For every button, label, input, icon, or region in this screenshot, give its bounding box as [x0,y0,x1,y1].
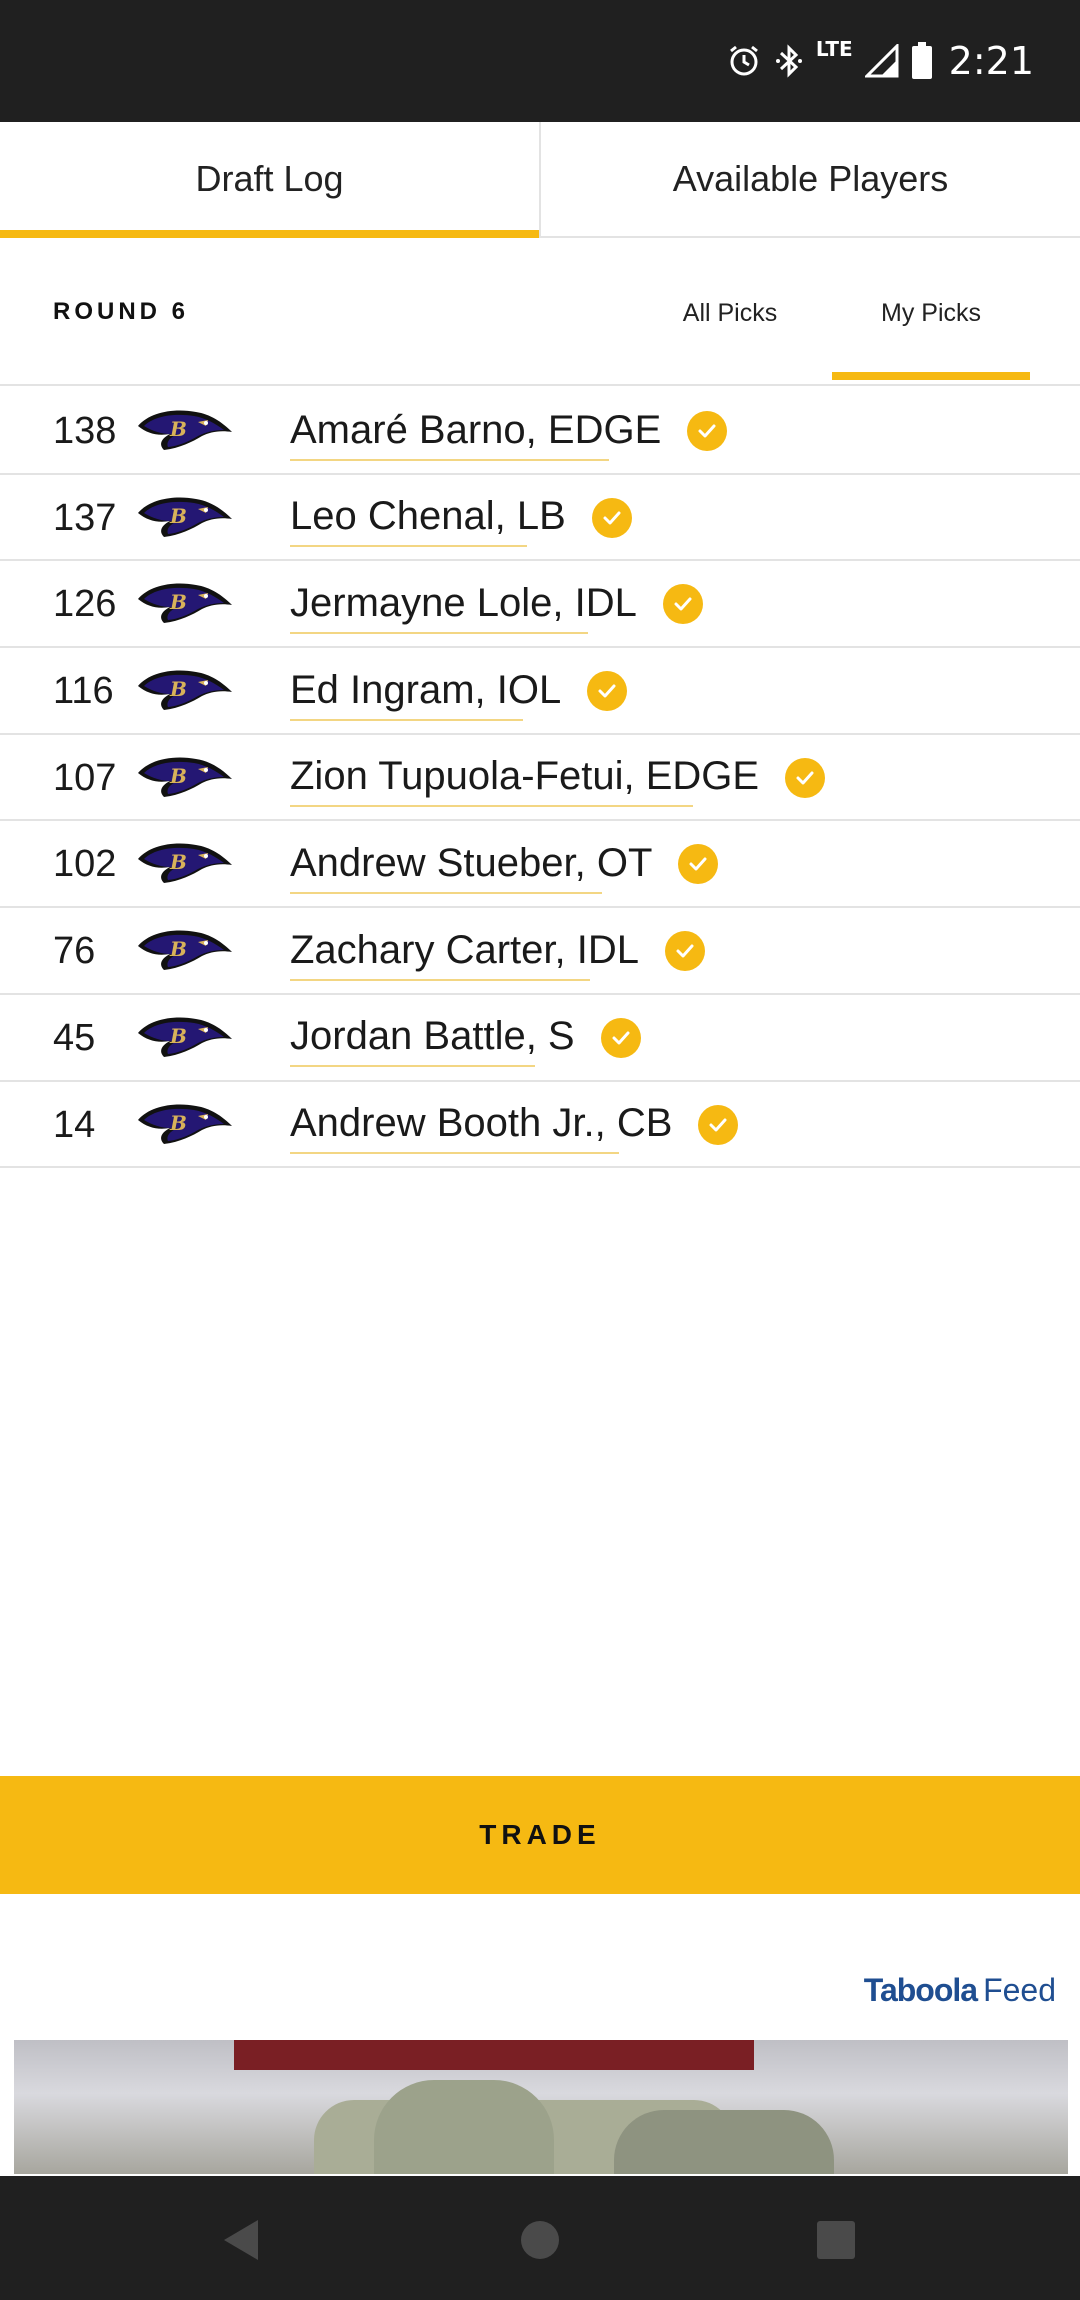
svg-text:B: B [169,937,187,961]
round-header: ROUND 6 All Picks My Picks [0,240,1080,386]
player-name: Jermayne Lole, IDL [290,581,637,634]
check-icon [600,1017,641,1058]
ravens-logo-icon: B [136,664,234,716]
player-link[interactable]: Leo Chenal, LB [290,475,632,561]
pick-row[interactable]: 138 B Amaré Barno, EDGE [0,388,1080,475]
network-type-label: LTE [815,37,853,61]
pick-number: 138 [53,410,117,452]
taboola-feed-label[interactable]: Taboola Feed [864,1972,1056,2009]
taboola-logo: Taboola [863,1972,978,2008]
home-icon[interactable] [512,2212,568,2268]
filter-all-picks[interactable]: All Picks [640,240,820,386]
ravens-logo-icon: B [136,1011,234,1063]
filter-my-picks[interactable]: My Picks [832,240,1030,386]
player-link[interactable]: Zachary Carter, IDL [290,908,706,994]
player-link[interactable]: Andrew Stueber, OT [290,821,719,907]
player-name: Zachary Carter, IDL [290,928,639,981]
ravens-logo-icon: B [136,837,234,889]
ravens-logo-icon: B [136,751,234,803]
player-link[interactable]: Ed Ingram, IOL [290,648,628,734]
bluetooth-icon [774,43,804,79]
pick-number: 102 [53,843,117,886]
tab-draft-log[interactable]: Draft Log [0,122,541,238]
check-icon [785,757,826,798]
ravens-logo-icon: B [136,404,234,456]
pick-row[interactable]: 107 B Zion Tupuola-Fetui, EDGE [0,735,1080,822]
ravens-logo-icon: B [136,491,234,543]
player-link[interactable]: Jordan Battle, S [290,995,641,1081]
pick-number: 107 [53,756,117,799]
back-icon[interactable] [212,2212,268,2268]
player-link[interactable]: Zion Tupuola-Fetui, EDGE [290,735,826,821]
pick-number: 76 [53,930,96,973]
pick-row[interactable]: 76 B Zachary Carter, IDL [0,908,1080,995]
pick-number: 14 [53,1103,96,1146]
player-name: Jordan Battle, S [290,1014,575,1068]
recents-icon[interactable] [808,2212,864,2268]
svg-text:B: B [169,1111,187,1135]
pick-row[interactable]: 45 B Jordan Battle, S [0,995,1080,1082]
ravens-logo-icon: B [136,924,234,976]
pick-number: 137 [53,496,117,539]
ad-image[interactable] [14,2040,1068,2174]
check-icon [678,844,719,885]
pick-row[interactable]: 137 B Leo Chenal, LB [0,475,1080,562]
tab-available-players[interactable]: Available Players [541,122,1080,236]
picks-list: 138 B Amaré Barno, EDGE 137 B Leo Chenal, LB 1… [0,388,1080,1169]
check-icon [687,411,728,451]
player-name: Amaré Barno, EDGE [290,408,661,461]
player-name: Ed Ingram, IOL [290,668,561,721]
draft-tabs: Draft Log Available Players [0,122,1080,238]
svg-text:B: B [169,590,187,614]
ad-image-detail [374,2080,554,2174]
signal-icon [864,44,899,78]
ad-image-detail [234,2040,754,2070]
pick-row[interactable]: 14 B Andrew Booth Jr., CB [0,1082,1080,1169]
player-name: Andrew Stueber, OT [290,841,652,894]
svg-text:B: B [169,850,187,874]
check-icon [698,1104,739,1145]
check-icon [665,931,706,972]
pick-number: 116 [53,670,114,713]
player-link[interactable]: Andrew Booth Jr., CB [290,1082,739,1168]
svg-text:B: B [169,764,187,788]
svg-text:B: B [169,677,187,701]
pick-row[interactable]: 102 B Andrew Stueber, OT [0,821,1080,909]
svg-text:B: B [169,1024,187,1048]
battery-icon [911,42,933,80]
player-name: Leo Chenal, LB [290,494,566,548]
alarm-icon [726,43,762,79]
check-icon [587,671,628,712]
ravens-logo-icon: B [136,1098,234,1150]
player-name: Andrew Booth Jr., CB [290,1101,672,1154]
pick-number: 126 [53,583,117,626]
ad-image-detail [614,2110,834,2174]
feed-label: Feed [983,1972,1056,2008]
check-icon [591,497,632,538]
player-link[interactable]: Amaré Barno, EDGE [290,388,728,474]
pick-row[interactable]: 116 B Ed Ingram, IOL [0,648,1080,735]
pick-number: 45 [53,1016,96,1059]
pick-row[interactable]: 126 B Jermayne Lole, IDL [0,561,1080,649]
round-label: ROUND 6 [53,298,190,325]
svg-text:B: B [169,417,187,441]
check-icon [662,584,703,625]
player-link[interactable]: Jermayne Lole, IDL [290,561,703,647]
ravens-logo-icon: B [136,577,234,629]
status-icons: LTE 2:21 [726,36,1034,86]
system-nav-bar [0,2176,1080,2300]
trade-button[interactable]: TRADE [0,1776,1080,1894]
svg-text:B: B [169,504,187,528]
status-bar: LTE 2:21 [0,0,1080,122]
player-name: Zion Tupuola-Fetui, EDGE [290,754,759,808]
clock-time: 2:21 [948,39,1034,83]
